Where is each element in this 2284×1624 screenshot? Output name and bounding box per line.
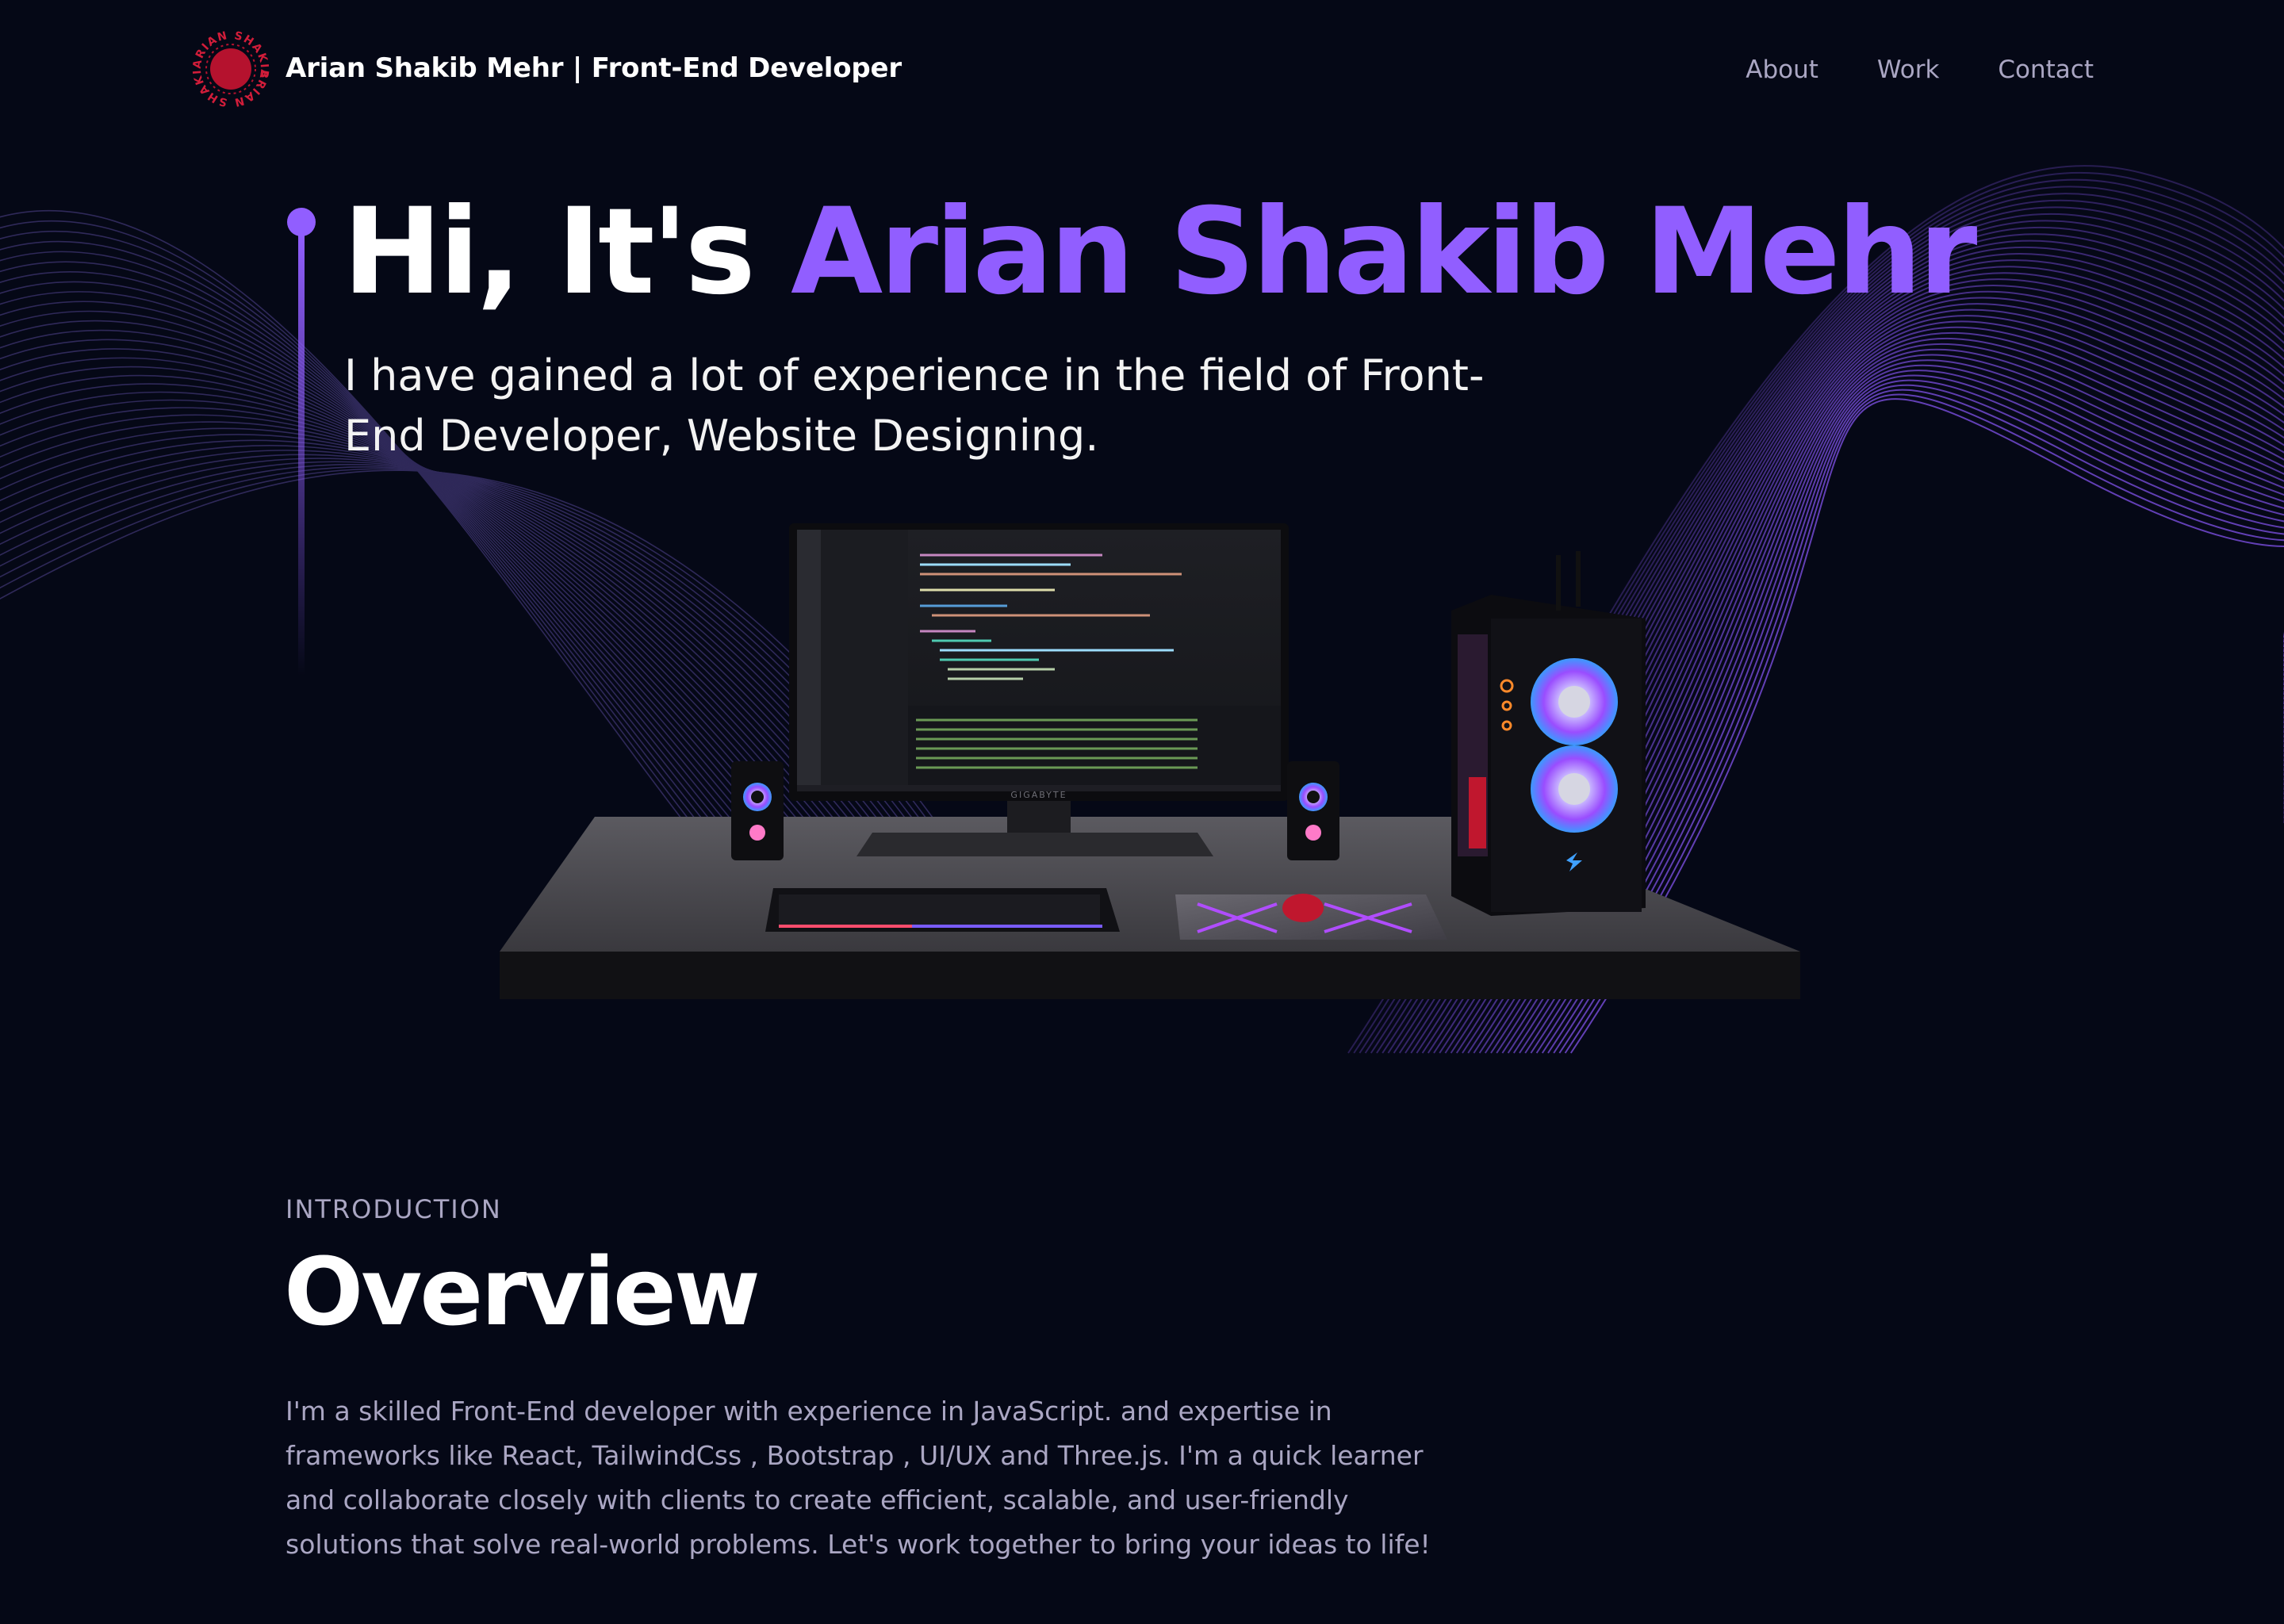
- hero-rail-line: [298, 232, 305, 676]
- overview-paragraph: I'm a skilled Front-End developer with e…: [286, 1396, 1431, 1560]
- nav-link-work[interactable]: Work: [1877, 56, 1940, 84]
- hero-accent-rail: [287, 208, 316, 676]
- code-editor-sidebar: [797, 530, 821, 791]
- speaker-left: [731, 761, 784, 860]
- monitor-brand: GIGABYTE: [1010, 790, 1067, 800]
- hero-subtitle: I have gained a lot of experience in the…: [344, 350, 1485, 461]
- monitor-neck: [1007, 801, 1071, 833]
- hero-name: Arian Shakib Mehr: [791, 183, 1977, 321]
- brand-title[interactable]: Arian Shakib Mehr | Front-End Developer: [286, 52, 902, 84]
- hero-heading: Hi, It's Arian Shakib Mehr: [343, 187, 1977, 318]
- nav-links: About Work Contact: [1746, 56, 2094, 84]
- terminal-panel: [908, 706, 1281, 785]
- keyboard: [765, 888, 1120, 932]
- section-title: Overview: [284, 1237, 761, 1346]
- section-subtitle: INTRODUCTION: [286, 1194, 502, 1224]
- code-editor-explorer: [821, 530, 908, 791]
- hero-greeting: Hi, It's: [343, 183, 791, 321]
- monitor-base: [856, 833, 1213, 856]
- navbar: ARIAN SHAKIB ARIAN SHAKIB Arian Shakib M…: [0, 0, 2284, 141]
- desktop-pc-3d-scene[interactable]: GIGABYTE: [500, 508, 1832, 1015]
- speaker-right: [1287, 761, 1339, 860]
- mouse: [1282, 894, 1324, 922]
- pc-tower: [1451, 551, 1646, 916]
- desk-edge: [500, 952, 1800, 999]
- nav-link-contact[interactable]: Contact: [1998, 56, 2094, 84]
- nav-link-about[interactable]: About: [1746, 56, 1818, 84]
- logo[interactable]: ARIAN SHAKIB ARIAN SHAKIB: [187, 25, 274, 113]
